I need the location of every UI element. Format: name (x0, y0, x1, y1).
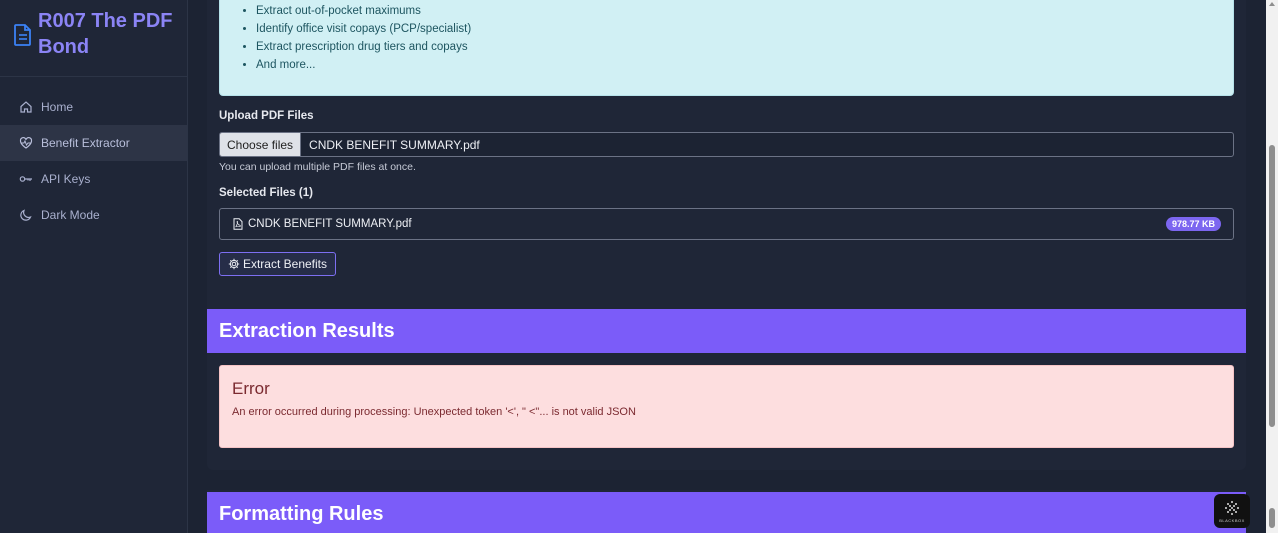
sidebar-item-dark-mode[interactable]: Dark Mode (0, 197, 187, 233)
file-input-value: CNDK BENEFIT SUMMARY.pdf (309, 137, 480, 152)
sidebar: R007 The PDF Bond Home Benefit Extractor… (0, 0, 188, 533)
document-icon (14, 24, 31, 46)
sidebar-item-benefit-extractor[interactable]: Benefit Extractor (0, 125, 187, 161)
error-message: An error occurred during processing: Une… (232, 406, 636, 418)
selected-file-row: CNDK BENEFIT SUMMARY.pdf 978.77 KB (219, 208, 1234, 240)
blackbox-logo-icon (1225, 500, 1239, 515)
formatting-rules-header: Formatting Rules (207, 492, 1246, 533)
gear-icon (228, 258, 240, 270)
info-box: Extract out-of-pocket maximums Identify … (219, 0, 1234, 96)
upload-help-text: You can upload multiple PDF files at onc… (219, 161, 416, 173)
extract-benefits-button[interactable]: Extract Benefits (219, 252, 336, 276)
list-item: Extract out-of-pocket maximums (256, 2, 471, 20)
scroll-up-arrow-icon[interactable] (1269, 2, 1275, 6)
sidebar-item-label: Dark Mode (41, 208, 100, 222)
selected-files-label: Selected Files (1) (219, 187, 313, 199)
extraction-results-header: Extraction Results (207, 309, 1246, 353)
error-title: Error (232, 379, 270, 398)
brand[interactable]: R007 The PDF Bond (0, 0, 187, 77)
choose-files-button[interactable]: Choose files (220, 133, 302, 156)
scrollbar[interactable] (1266, 0, 1278, 533)
selected-file-name: CNDK BENEFIT SUMMARY.pdf (248, 218, 412, 230)
scrollbar-thumb[interactable] (1269, 145, 1275, 427)
sidebar-item-label: API Keys (41, 172, 91, 186)
key-icon (19, 176, 32, 182)
moon-icon (20, 209, 32, 221)
feature-list: Extract out-of-pocket maximums Identify … (256, 2, 471, 74)
widget-label: BLACKBOX (1219, 517, 1245, 523)
file-input[interactable]: Choose files CNDK BENEFIT SUMMARY.pdf (219, 132, 1234, 157)
upload-label: Upload PDF Files (219, 110, 314, 122)
file-size-badge: 978.77 KB (1165, 217, 1221, 231)
main-content: Extract out-of-pocket maximums Identify … (188, 0, 1266, 533)
list-item: Extract prescription drug tiers and copa… (256, 38, 471, 56)
list-item: Identify office visit copays (PCP/specia… (256, 20, 471, 38)
sidebar-item-label: Home (41, 100, 74, 114)
error-alert: Error An error occurred during processin… (219, 365, 1234, 448)
sidebar-item-api-keys[interactable]: API Keys (0, 161, 187, 197)
sidebar-nav: Home Benefit Extractor API Keys Dark Mod… (0, 77, 187, 233)
brand-title: R007 The PDF Bond (38, 10, 173, 58)
list-item: And more... (256, 56, 471, 74)
scrollbar-thumb-lower[interactable] (1269, 508, 1275, 528)
pdf-file-icon (233, 218, 243, 230)
extract-benefits-label: Extract Benefits (242, 257, 328, 271)
blackbox-widget[interactable]: BLACKBOX (1214, 494, 1250, 528)
home-icon (20, 101, 32, 113)
sidebar-item-label: Benefit Extractor (41, 136, 130, 150)
heart-pulse-icon (19, 136, 33, 149)
sidebar-item-home[interactable]: Home (0, 89, 187, 125)
